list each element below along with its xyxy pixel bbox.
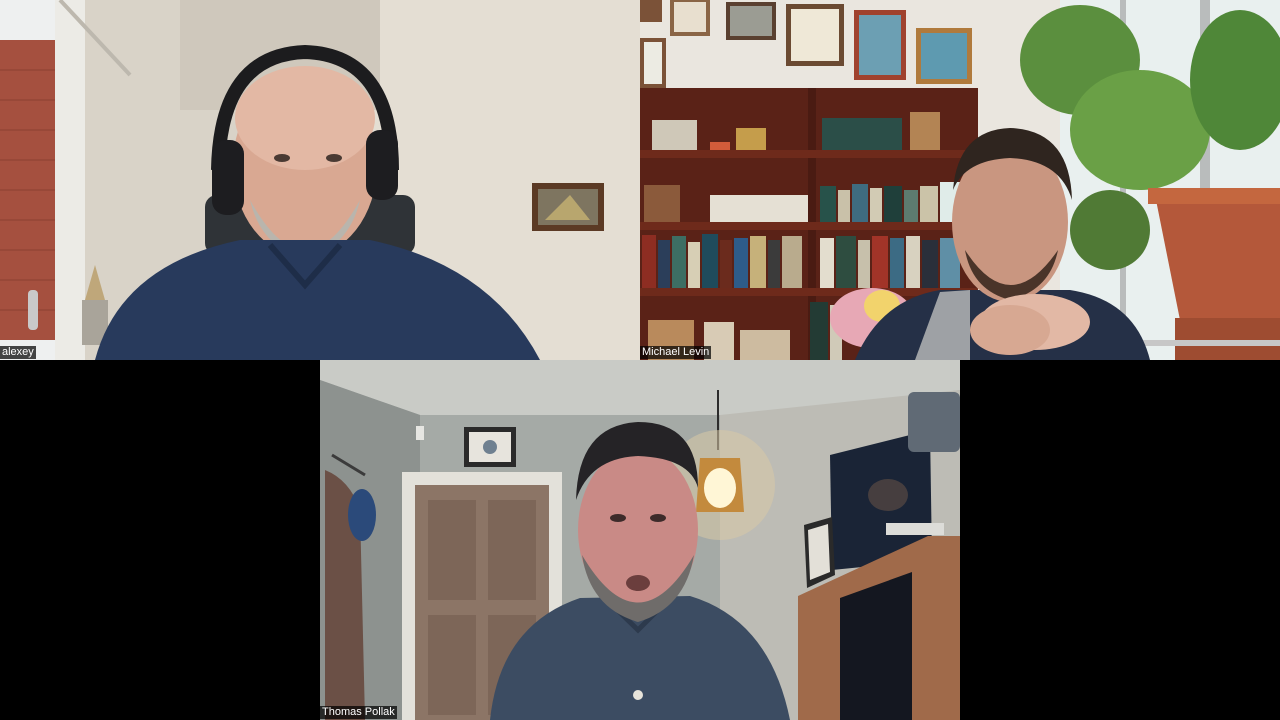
video-tile-alexey[interactable]: alexey [0,0,640,360]
video-tile-michael-levin[interactable]: Michael Levin [640,0,1280,360]
video-gallery: alexey Michael Levin Thomas Pollak [0,0,1280,720]
participant-name-label: Thomas Pollak [320,706,397,719]
participant-name-label: alexey [0,346,36,359]
video-feed [0,0,640,360]
participant-name-label: Michael Levin [640,346,712,359]
video-tile-thomas-pollak[interactable]: Thomas Pollak [320,360,960,720]
video-feed [320,360,960,720]
video-feed [640,0,1280,360]
